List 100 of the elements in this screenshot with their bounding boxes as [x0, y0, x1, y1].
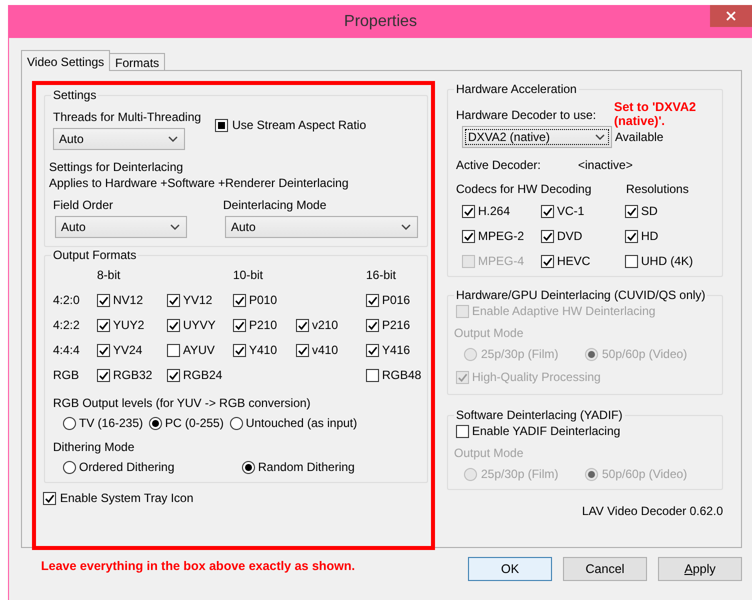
checkbox[interactable] [625, 254, 638, 268]
field-label: RGB Output levels (for YUV -> RGB conversion) [53, 396, 312, 410]
checkbox-label: YUY2 [113, 318, 144, 332]
checkbox[interactable] [456, 424, 469, 438]
dialog-button[interactable]: Cancel [563, 557, 647, 581]
checkbox[interactable] [97, 344, 110, 356]
checkbox[interactable] [366, 318, 379, 332]
checkbox[interactable] [233, 318, 246, 332]
checkbox[interactable] [43, 492, 56, 504]
checkbox[interactable] [541, 230, 554, 242]
radio-label: Ordered Dithering [79, 460, 176, 474]
checkbox[interactable] [233, 344, 246, 356]
dialog-button[interactable]: OK [468, 557, 552, 581]
field-order-dropdown[interactable]: Auto [55, 216, 187, 238]
radio-label: 50p/60p (Video) [602, 347, 688, 361]
checkbox-label: P210 [249, 318, 278, 332]
checkbox-label: H.264 [478, 204, 510, 218]
group-title: Hardware/GPU Deinterlacing (CUVID/QS only) [454, 288, 708, 302]
checkbox[interactable] [366, 294, 379, 306]
checkbox[interactable] [167, 344, 180, 356]
checkbox-label: RGB32 [113, 368, 152, 382]
column-header: 10-bit [233, 268, 264, 282]
checkbox[interactable] [462, 230, 475, 242]
close-button[interactable] [710, 5, 752, 27]
instruction-note: Set to 'DXVA2 (native)'. [614, 100, 697, 128]
radio-button[interactable] [149, 416, 162, 430]
close-icon [726, 11, 736, 21]
group-title: Software Deinterlacing (YADIF) [454, 408, 624, 422]
field-label: Deinterlacing Mode [223, 198, 328, 212]
field-label: Resolutions [626, 182, 689, 196]
caret-icon [170, 224, 180, 230]
checkbox[interactable] [541, 204, 554, 218]
threads-dropdown[interactable]: Auto [53, 128, 185, 150]
checkbox-label: v410 [312, 343, 338, 357]
checkbox-label: HD [641, 229, 658, 243]
checkbox-label: YV12 [183, 293, 212, 307]
tab[interactable]: Formats [109, 53, 166, 71]
radio-button[interactable] [63, 460, 76, 474]
radio-label: Untouched (as input) [246, 416, 358, 430]
checkbox[interactable] [296, 344, 309, 356]
field-label: Hardware Decoder to use: [456, 108, 596, 122]
row-label: 4:2:2 [53, 318, 81, 332]
checkbox-label: YV24 [113, 343, 142, 357]
radio-label: TV (16-235) [79, 416, 144, 430]
checkbox[interactable] [97, 294, 110, 306]
checkbox-label: NV12 [113, 293, 144, 307]
version-text: LAV Video Decoder 0.62.0 [581, 504, 723, 518]
tab[interactable]: Video Settings [21, 50, 110, 71]
column-header: 16-bit [366, 268, 398, 282]
row-label: 4:2:0 [53, 293, 81, 307]
checkbox-label: P010 [249, 293, 278, 307]
checkbox-label: High-Quality Processing [472, 370, 601, 384]
field-label: Codecs for HW Decoding [456, 182, 592, 196]
row-label: RGB [53, 368, 80, 382]
checkbox[interactable] [97, 318, 110, 332]
checkbox-label: VC-1 [557, 204, 584, 218]
radio-button[interactable] [230, 416, 243, 430]
field-label: Active Decoder: [456, 158, 542, 172]
checkbox-label: RGB48 [382, 368, 422, 382]
radio-label: Random Dithering [258, 460, 356, 474]
window-title: Properties [344, 12, 417, 30]
checkbox[interactable] [167, 368, 180, 382]
checkbox[interactable] [541, 254, 554, 268]
checkbox-label: P016 [382, 293, 410, 307]
radio-label: 25p/30p (Film) [481, 467, 560, 481]
hardware-decoder-dropdown[interactable]: DXVA2 (native) [462, 126, 612, 148]
instruction-note: Leave everything in the box above exactly as shown. [41, 559, 356, 573]
deinterlacing-mode-dropdown[interactable]: Auto [225, 216, 418, 238]
checkbox-label: P216 [382, 318, 410, 332]
checkbox[interactable] [462, 204, 475, 218]
checkbox[interactable] [97, 368, 110, 382]
checkbox[interactable] [296, 318, 309, 332]
radio-button[interactable] [242, 460, 255, 474]
field-label: Threads for Multi-Threading [53, 110, 202, 124]
checkbox[interactable] [167, 294, 180, 306]
checkbox[interactable] [625, 230, 638, 242]
checkbox-label: UYVY [183, 318, 216, 332]
checkbox-label: MPEG-4 [478, 254, 524, 268]
checkbox-label: SD [641, 204, 658, 218]
checkbox-label: Enable Adaptive HW Deinterlacing [472, 304, 656, 318]
radio-button[interactable] [63, 416, 76, 430]
checkbox-label: AYUV [183, 343, 215, 357]
radio-label: PC (0-255) [165, 416, 224, 430]
checkbox[interactable] [167, 318, 180, 332]
group-title: Hardware Acceleration [454, 82, 579, 96]
checkbox[interactable] [625, 204, 638, 218]
checkbox[interactable] [233, 294, 246, 306]
status-text: Available [615, 130, 664, 144]
group-title: Settings [51, 88, 98, 102]
checkbox[interactable] [366, 368, 379, 382]
checkbox-label: Y410 [249, 343, 278, 357]
dialog-button[interactable]: Apply [658, 557, 742, 581]
caret-icon [595, 134, 605, 140]
checkbox-label: Use Stream Aspect Ratio [232, 118, 366, 132]
checkbox-label: Y416 [382, 343, 410, 357]
field-label: Field Order [53, 198, 114, 212]
checkbox[interactable] [366, 344, 379, 356]
checkbox-label: Enable System Tray Icon [60, 491, 194, 505]
group-title: Output Formats [51, 248, 138, 262]
checkbox[interactable] [215, 118, 228, 132]
